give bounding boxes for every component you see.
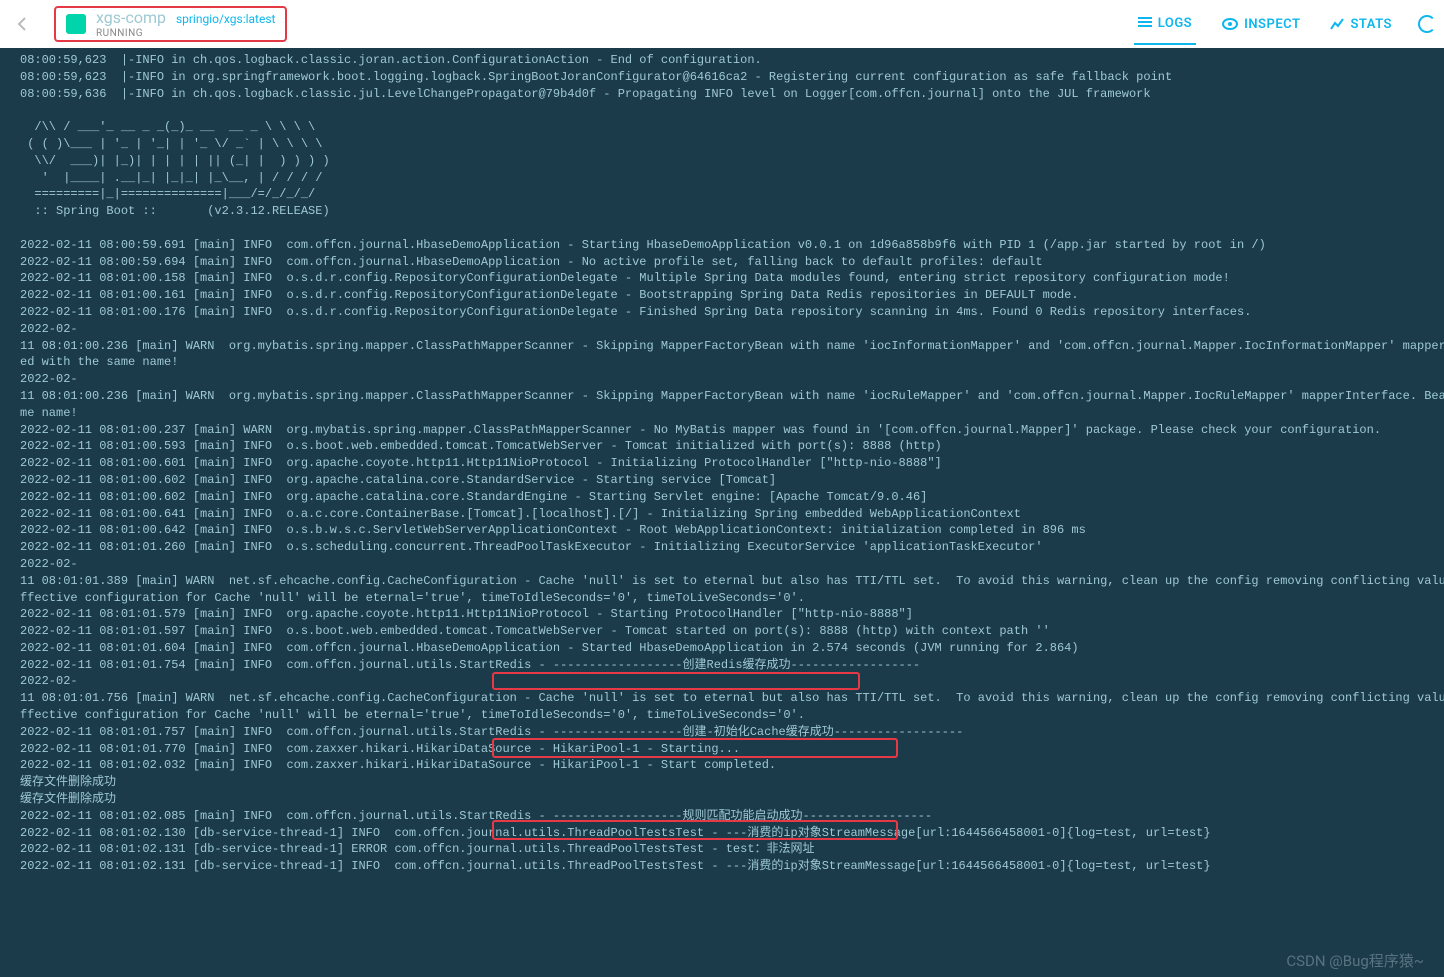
header-bar: xgs-comp springio/xgs:latest RUNNING LOG… xyxy=(0,0,1444,48)
container-image: springio/xgs:latest xyxy=(176,12,276,26)
container-icon xyxy=(66,14,86,34)
tab-logs-label: LOGS xyxy=(1158,16,1192,31)
loading-icon xyxy=(1418,15,1436,33)
stats-icon xyxy=(1330,18,1344,30)
tab-stats[interactable]: STATS xyxy=(1326,5,1396,44)
tab-inspect-label: INSPECT xyxy=(1244,17,1300,32)
container-status: RUNNING xyxy=(96,28,275,40)
tab-stats-label: STATS xyxy=(1350,17,1392,32)
watermark: CSDN @Bug程序猿~ xyxy=(1286,950,1424,971)
inspect-icon xyxy=(1222,18,1238,30)
tab-logs[interactable]: LOGS xyxy=(1134,4,1196,45)
container-text: xgs-comp springio/xgs:latest RUNNING xyxy=(96,8,275,39)
back-button[interactable] xyxy=(8,10,36,38)
tab-inspect[interactable]: INSPECT xyxy=(1218,5,1304,44)
logs-icon xyxy=(1138,17,1152,29)
container-name: xgs-comp xyxy=(96,8,166,27)
container-info[interactable]: xgs-comp springio/xgs:latest RUNNING xyxy=(54,6,287,42)
header-tabs: LOGS INSPECT STATS xyxy=(1134,4,1436,45)
logs-output[interactable]: 08:00:59,623 |-INFO in ch.qos.logback.cl… xyxy=(0,48,1444,879)
